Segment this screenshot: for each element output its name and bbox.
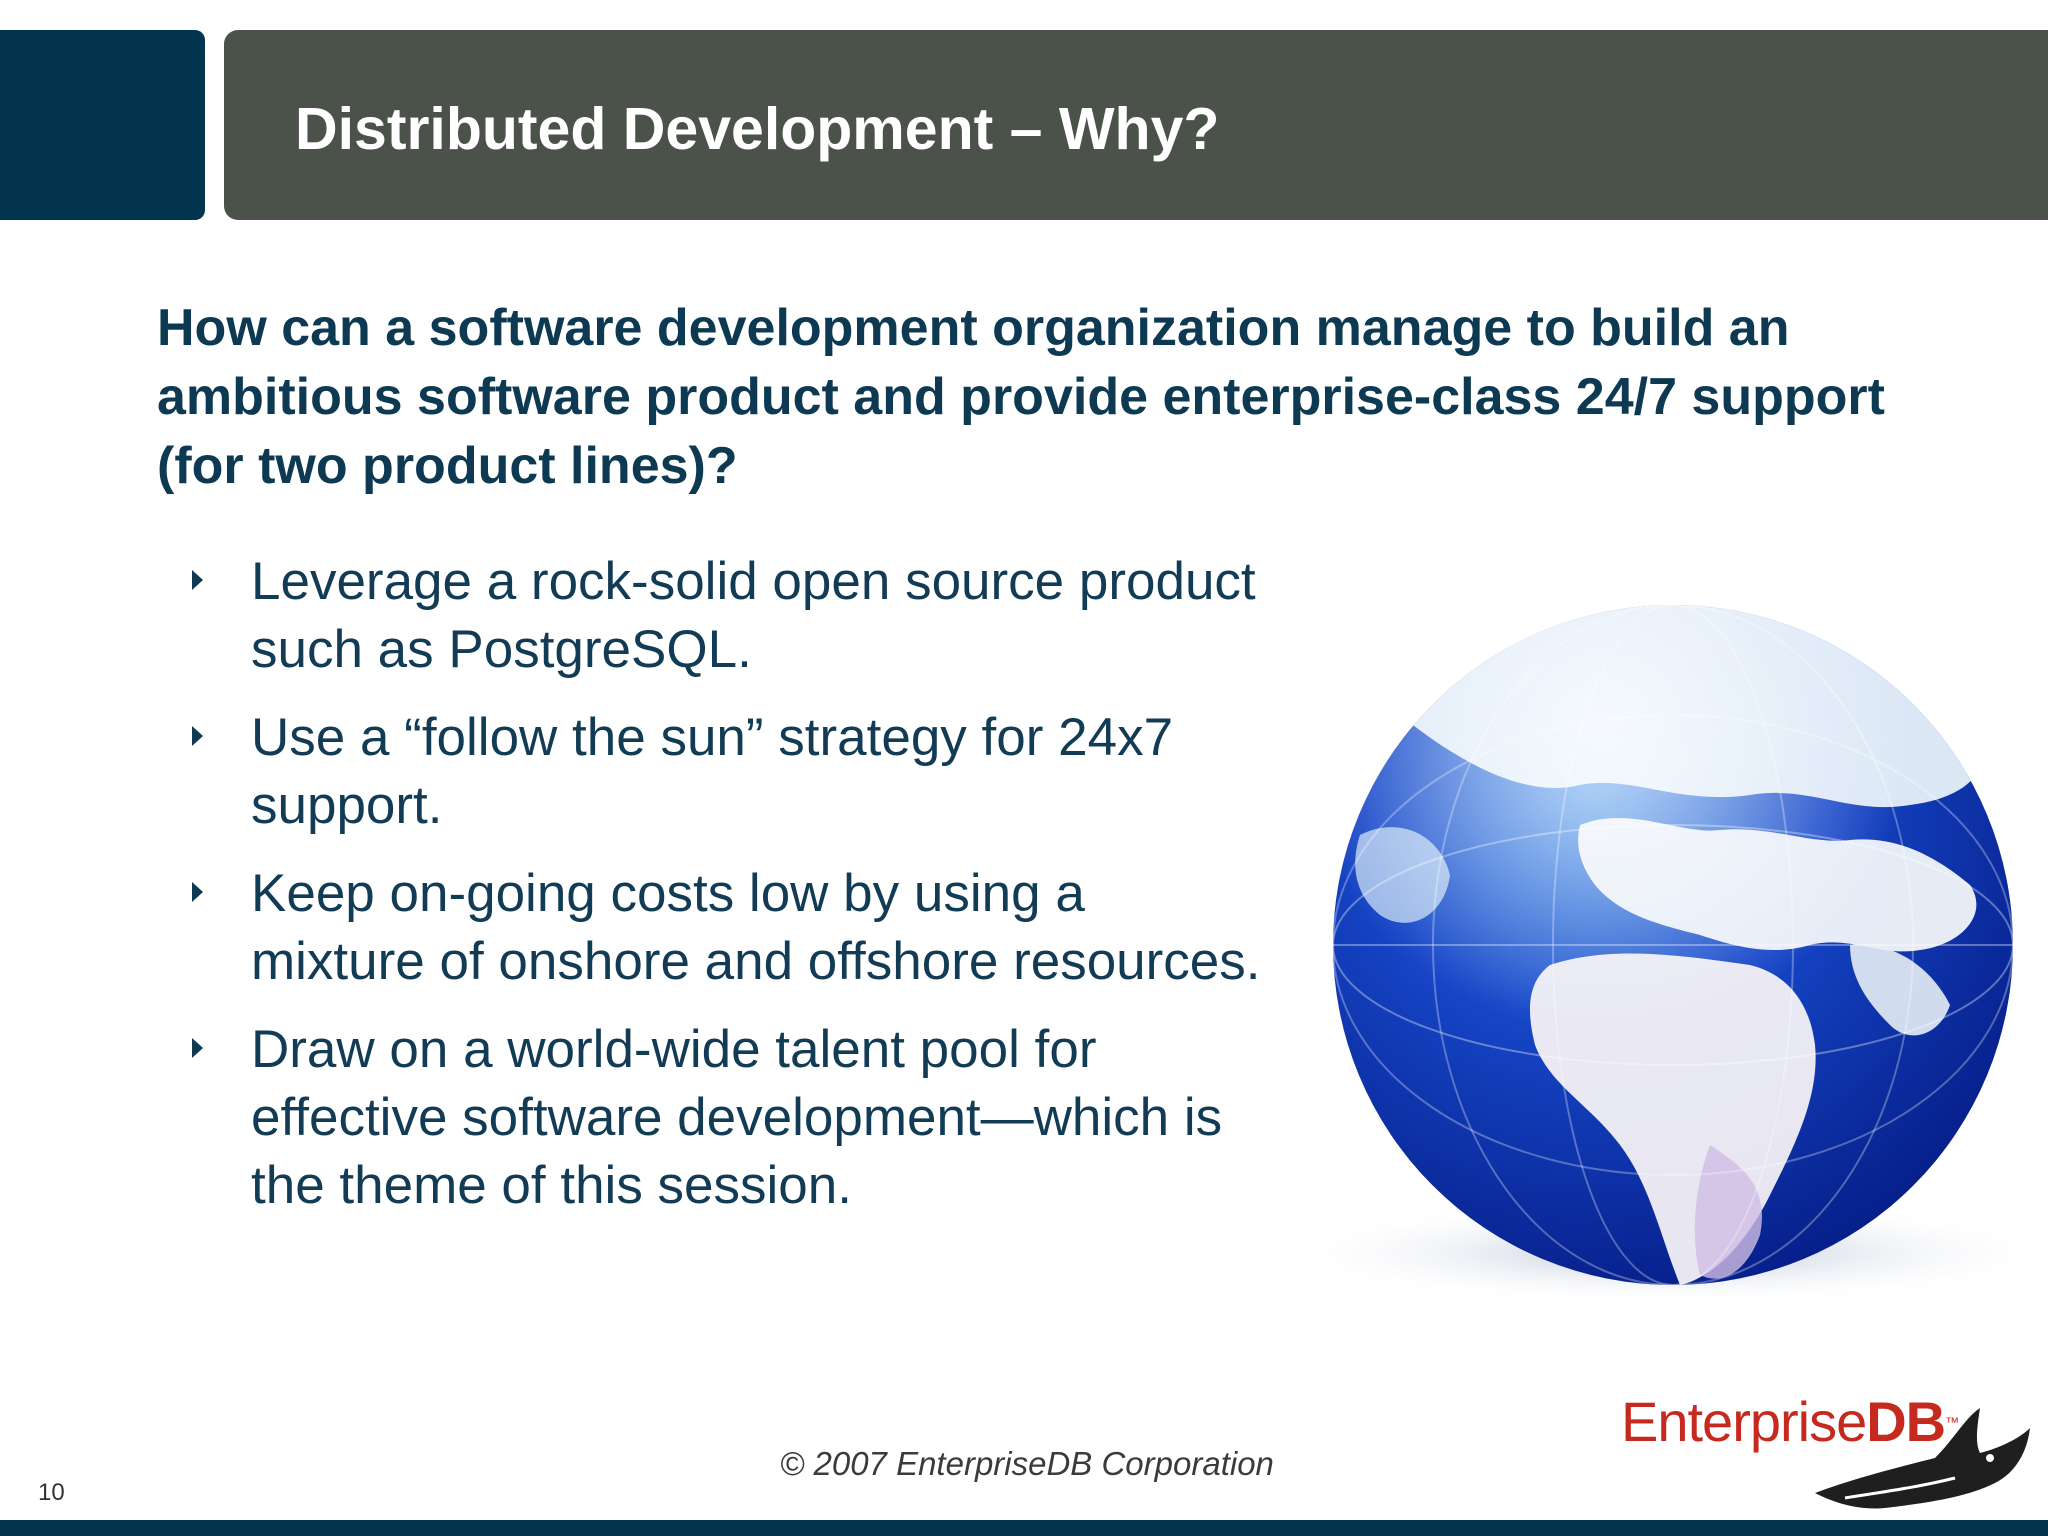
- footer-bar: [0, 1520, 2048, 1536]
- bullet-text: Leverage a rock-solid open source produc…: [251, 552, 1256, 679]
- bullet-item: Draw on a world-wide talent pool for eff…: [190, 1016, 1270, 1220]
- right-triangle-icon: [192, 726, 203, 746]
- shark-icon: [1815, 1408, 2030, 1509]
- bullet-text: Draw on a world-wide talent pool for eff…: [251, 1020, 1223, 1215]
- right-triangle-icon: [192, 570, 203, 590]
- header-accent-block: [0, 30, 205, 220]
- bullet-list: Leverage a rock-solid open source produc…: [190, 548, 1270, 1240]
- globe-illustration: [1270, 605, 2048, 1305]
- footer-copyright: © 2007 EnterpriseDB Corporation: [780, 1445, 1274, 1482]
- right-triangle-icon: [192, 1038, 203, 1058]
- slide-title: Distributed Development – Why?: [295, 96, 1220, 162]
- bullet-item: Keep on-going costs low by using a mixtu…: [190, 860, 1270, 996]
- bullet-text: Use a “follow the sun” strategy for 24x7…: [251, 708, 1174, 835]
- enterprisedb-logo: EnterpriseDB™: [1615, 1388, 2035, 1518]
- bullet-item: Leverage a rock-solid open source produc…: [190, 548, 1270, 684]
- bullet-text: Keep on-going costs low by using a mixtu…: [251, 864, 1261, 991]
- slide-subheading: How can a software development organizat…: [157, 299, 1885, 495]
- bullet-item: Use a “follow the sun” strategy for 24x7…: [190, 704, 1270, 840]
- right-triangle-icon: [192, 882, 203, 902]
- globe-image: [1250, 585, 2048, 1325]
- page-number: 10: [38, 1479, 65, 1506]
